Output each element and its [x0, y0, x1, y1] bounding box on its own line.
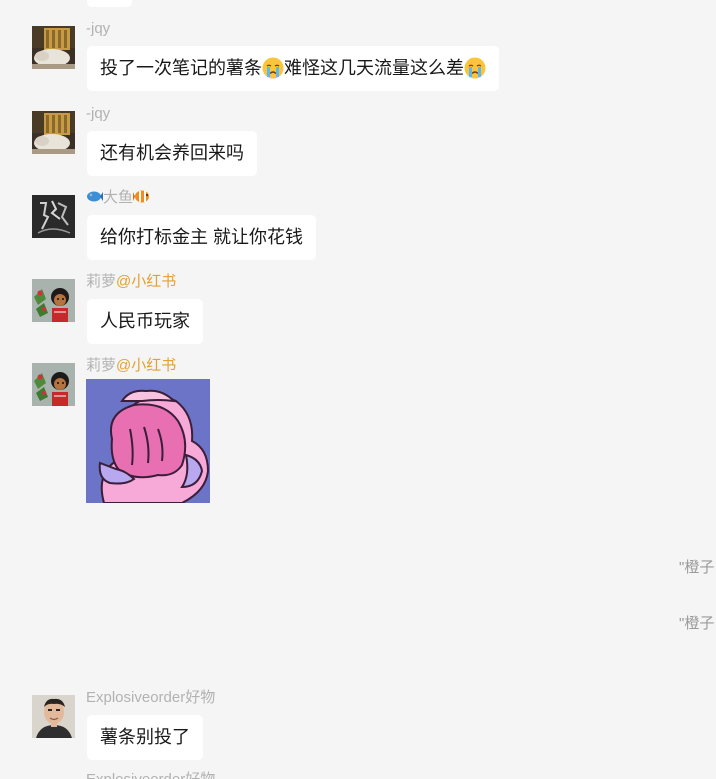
message-text: 给你打标金主 就让你花钱: [100, 227, 303, 247]
pink-pig-hiding-face-sticker[interactable]: [86, 379, 210, 503]
avatar[interactable]: [32, 195, 75, 238]
avatar[interactable]: [32, 279, 75, 322]
crying-face-icon: [262, 57, 284, 79]
message-bubble[interactable]: 薯条别投了: [87, 715, 203, 760]
message-text: 难怪这几天流量这么差: [284, 58, 464, 78]
message-text: 薯条别投了: [100, 727, 190, 747]
avatar[interactable]: [32, 363, 75, 406]
message-text: 还有机会养回来吗: [100, 143, 244, 163]
sender-name-row: 莉萝@小红书: [86, 357, 176, 375]
message-bubble[interactable]: 投了一次笔记的薯条 难怪这几天流量这么差: [87, 46, 499, 91]
system-note: "橙子: [679, 615, 715, 632]
tropical-fish-icon: [133, 190, 150, 203]
chat-message-list[interactable]: -jqy 投了一次笔记的薯条 难怪这几天流量这么差 -jqy 还有机会养回来吗 …: [0, 0, 716, 779]
avatar[interactable]: [32, 111, 75, 154]
sender-name-row: 大鱼: [86, 189, 150, 207]
crying-face-icon: [464, 57, 486, 79]
sender-name: 莉萝: [86, 273, 117, 290]
sender-tag: @小红书: [116, 273, 177, 290]
message-text: 投了一次笔记的薯条: [100, 58, 262, 78]
previous-message-bubble[interactable]: [87, 0, 132, 7]
sender-name: 莉萝: [86, 357, 117, 374]
message-bubble[interactable]: 给你打标金主 就让你花钱: [87, 215, 316, 260]
sender-name: Explosiveorder好物: [86, 771, 215, 779]
sender-name: Explosiveorder好物: [86, 689, 216, 706]
avatar[interactable]: [32, 695, 75, 738]
avatar[interactable]: [32, 26, 75, 69]
sender-name-row: 莉萝@小红书: [86, 273, 176, 291]
message-bubble[interactable]: 还有机会养回来吗: [87, 131, 257, 176]
sender-tag: @小红书: [116, 357, 177, 374]
sender-name: -jqy: [86, 105, 111, 122]
message-bubble[interactable]: 人民币玩家: [87, 299, 203, 344]
sender-name: 大鱼: [103, 189, 134, 206]
blue-fish-icon: [87, 191, 103, 202]
system-note: "橙子: [679, 559, 715, 576]
sender-name: -jqy: [86, 20, 111, 37]
message-text: 人民币玩家: [100, 311, 190, 331]
